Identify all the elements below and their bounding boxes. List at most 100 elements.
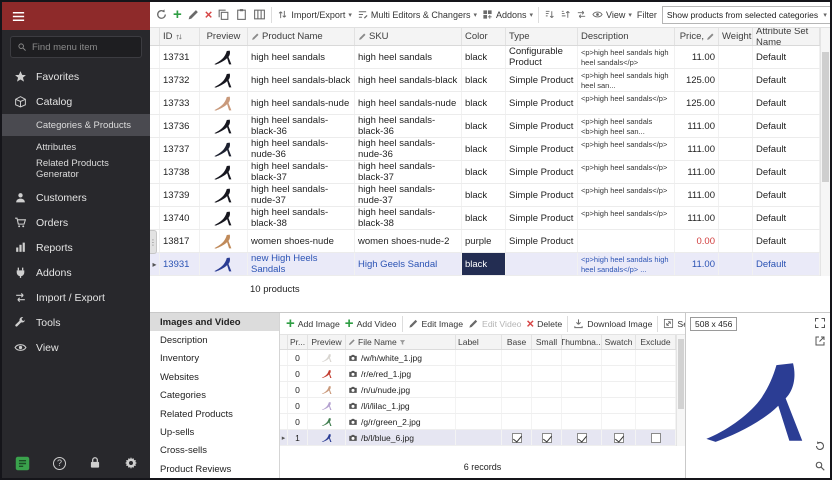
- scrollbar-thumb[interactable]: [822, 52, 829, 182]
- cell-base[interactable]: [502, 382, 532, 397]
- column-header-type[interactable]: Type: [506, 28, 578, 45]
- delete-product-button[interactable]: ×: [205, 8, 213, 21]
- sidebar-item-customers[interactable]: Customers: [2, 185, 150, 210]
- cell-swatch[interactable]: [602, 350, 636, 365]
- cell-swatch[interactable]: [602, 430, 636, 445]
- sidebar-item-tools[interactable]: Tools: [2, 310, 150, 335]
- sidebar-item-attributes[interactable]: Attributes: [2, 136, 150, 158]
- image-row-selected[interactable]: 1 /b/l/blue_6.jpg: [280, 430, 676, 446]
- column-header-exclude[interactable]: Exclude: [636, 335, 676, 349]
- column-header-label[interactable]: Label: [456, 335, 502, 349]
- tab-up-sells[interactable]: Up-sells: [150, 423, 279, 441]
- hamburger-menu-button[interactable]: [11, 9, 26, 24]
- sort-ascending-button[interactable]: [544, 9, 555, 20]
- column-header-small[interactable]: Small: [532, 335, 562, 349]
- tab-product-reviews[interactable]: Product Reviews: [150, 460, 279, 478]
- cell-small[interactable]: [532, 350, 562, 365]
- column-header-id[interactable]: ID: [160, 28, 200, 45]
- sidebar-item-view[interactable]: View: [2, 335, 150, 360]
- swap-columns-button[interactable]: [576, 9, 587, 20]
- table-row[interactable]: 13740 high heel sandals-black-38 high he…: [150, 207, 820, 230]
- sidebar-item-addons[interactable]: Addons: [2, 260, 150, 285]
- table-row[interactable]: 13733 high heel sandals-nude high heel s…: [150, 92, 820, 115]
- pos-button[interactable]: [14, 455, 31, 472]
- tab-description[interactable]: Description: [150, 331, 279, 349]
- column-header-product-name[interactable]: Product Name: [248, 28, 355, 45]
- cell-swatch[interactable]: [602, 366, 636, 381]
- cell-thumbnail[interactable]: [562, 398, 602, 413]
- table-row[interactable]: 13739 high heel sandals-nude-37 high hee…: [150, 184, 820, 207]
- cell-swatch[interactable]: [602, 382, 636, 397]
- tab-related-products[interactable]: Related Products: [150, 405, 279, 423]
- column-header-preview[interactable]: Preview: [308, 335, 346, 349]
- tab-images-and-video[interactable]: Images and Video: [150, 313, 279, 331]
- tab-websites[interactable]: Websites: [150, 368, 279, 386]
- column-header-swatch[interactable]: Swatch: [602, 335, 636, 349]
- image-row[interactable]: 0 /r/e/red_1.jpg: [280, 366, 676, 382]
- column-header-file-name[interactable]: File Name: [346, 335, 456, 349]
- image-row[interactable]: 0 /n/u/nude.jpg: [280, 382, 676, 398]
- column-header-sku[interactable]: SKU: [355, 28, 462, 45]
- tab-inventory[interactable]: Inventory: [150, 350, 279, 368]
- cell-exclude[interactable]: [636, 350, 676, 365]
- table-row[interactable]: 13732 high heel sandals-black high heel …: [150, 69, 820, 92]
- cell-exclude[interactable]: [636, 366, 676, 381]
- addons-menu[interactable]: Addons▾: [482, 9, 533, 20]
- add-product-button[interactable]: +: [173, 8, 182, 21]
- panel-splitter-handle[interactable]: ⋮: [150, 230, 157, 254]
- cell-small[interactable]: [532, 430, 562, 445]
- column-header-price[interactable]: Price,: [675, 28, 719, 45]
- column-header-thumbnail[interactable]: Thumbna...: [562, 335, 602, 349]
- delete-image-button[interactable]: ×Delete: [526, 317, 562, 330]
- column-header-base[interactable]: Base: [502, 335, 532, 349]
- table-row[interactable]: 13817 women shoes-nude women shoes-nude-…: [150, 230, 820, 253]
- cell-base[interactable]: [502, 350, 532, 365]
- edit-image-button[interactable]: Edit Image: [408, 318, 464, 329]
- help-button[interactable]: ?: [53, 457, 66, 470]
- image-row[interactable]: 0 /w/h/white_1.jpg: [280, 350, 676, 366]
- fullscreen-button[interactable]: [814, 317, 826, 329]
- grid-scrollbar[interactable]: [820, 28, 830, 276]
- table-row-selected[interactable]: 13931 new High Heels Sandals High Geels …: [150, 253, 820, 276]
- sidebar-item-import-export[interactable]: Import / Export: [2, 285, 150, 310]
- edit-product-button[interactable]: [187, 8, 200, 21]
- edit-video-button[interactable]: Edit Video: [468, 318, 521, 329]
- cell-exclude[interactable]: [636, 382, 676, 397]
- lock-button[interactable]: [88, 456, 102, 470]
- cell-small[interactable]: [532, 398, 562, 413]
- table-row[interactable]: 13737 high heel sandals-nude-36 high hee…: [150, 138, 820, 161]
- image-row[interactable]: 0 /l/i/lilac_1.jpg: [280, 398, 676, 414]
- cell-thumbnail[interactable]: [562, 382, 602, 397]
- add-video-button[interactable]: +Add Video: [345, 317, 397, 330]
- cell-thumbnail[interactable]: [562, 430, 602, 445]
- column-header-color[interactable]: Color: [462, 28, 506, 45]
- copy-button[interactable]: [217, 8, 230, 21]
- cell-thumbnail[interactable]: [562, 366, 602, 381]
- cell-small[interactable]: [532, 382, 562, 397]
- sidebar-item-related-products-generator[interactable]: Related Products Generator: [2, 158, 150, 180]
- sidebar-item-categories-products[interactable]: Categories & Products: [2, 114, 150, 136]
- column-header-priority[interactable]: Pr...: [288, 335, 308, 349]
- images-scrollbar[interactable]: [676, 335, 685, 446]
- sidebar-item-favorites[interactable]: Favorites: [2, 64, 150, 89]
- sort-descending-button[interactable]: [560, 9, 571, 20]
- refresh-button[interactable]: [155, 8, 168, 21]
- cell-base[interactable]: [502, 366, 532, 381]
- cell-thumbnail[interactable]: [562, 414, 602, 429]
- add-image-button[interactable]: +Add Image: [286, 317, 340, 330]
- cell-swatch[interactable]: [602, 414, 636, 429]
- column-header-description[interactable]: Description: [578, 28, 675, 45]
- cell-thumbnail[interactable]: [562, 350, 602, 365]
- sidebar-item-reports[interactable]: Reports: [2, 235, 150, 260]
- columns-button[interactable]: [253, 8, 266, 21]
- settings-button[interactable]: [124, 456, 138, 470]
- cell-small[interactable]: [532, 414, 562, 429]
- cell-base[interactable]: [502, 414, 532, 429]
- checkbox-checked-icon[interactable]: [542, 433, 552, 443]
- view-menu[interactable]: View▾: [592, 9, 632, 20]
- checkbox-unchecked-icon[interactable]: [651, 433, 661, 443]
- rotate-button[interactable]: [814, 440, 826, 452]
- image-row[interactable]: 0 /g/r/green_2.jpg: [280, 414, 676, 430]
- search-input[interactable]: [32, 42, 135, 53]
- column-header-weight[interactable]: Weight: [719, 28, 753, 45]
